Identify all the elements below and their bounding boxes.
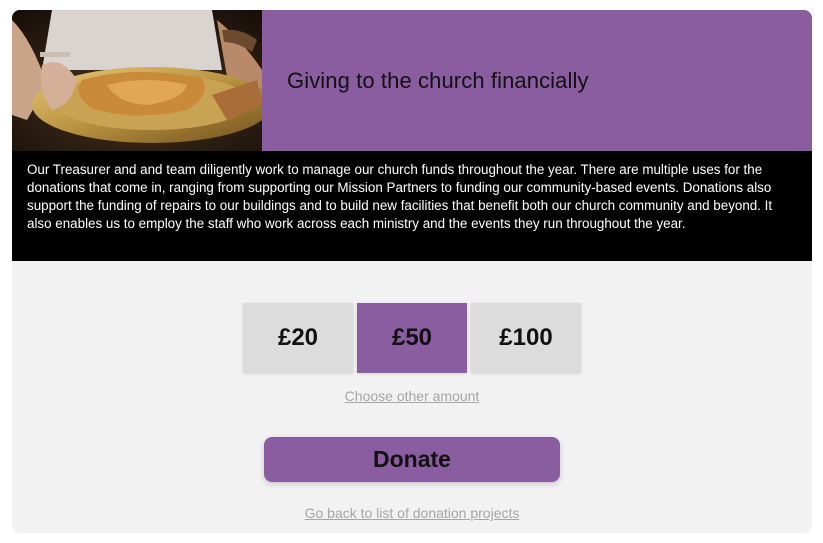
- hero-banner: Giving to the church financially: [12, 10, 812, 151]
- amount-100-button[interactable]: £100: [471, 303, 581, 373]
- collection-plate-image: [12, 10, 262, 151]
- donation-card: Giving to the church financially Our Tre…: [12, 10, 812, 533]
- page-title: Giving to the church financially: [287, 68, 589, 93]
- amount-50-button[interactable]: £50: [357, 303, 467, 373]
- choose-other-amount-link[interactable]: Choose other amount: [12, 388, 812, 404]
- donate-button[interactable]: Donate: [264, 437, 560, 482]
- back-to-projects-link[interactable]: Go back to list of donation projects: [12, 505, 812, 521]
- description-text: Our Treasurer and and team diligently wo…: [12, 151, 812, 261]
- hero-title-panel: Giving to the church financially: [262, 10, 812, 151]
- amount-20-button[interactable]: £20: [243, 303, 353, 373]
- amount-selector: £20 £50 £100: [243, 303, 583, 373]
